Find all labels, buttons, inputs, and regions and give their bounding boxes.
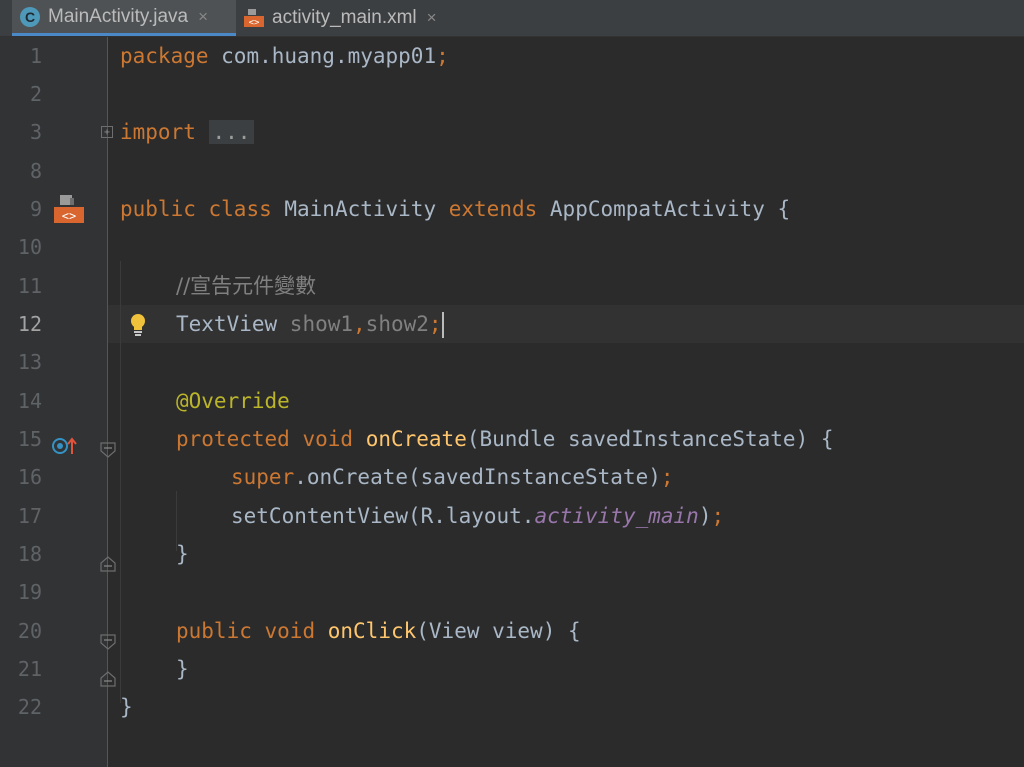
folded-imports[interactable]: ...	[208, 120, 255, 144]
svg-text:<>: <>	[62, 209, 76, 223]
code-line: 8	[0, 152, 1024, 190]
code-text: (Bundle savedInstanceState) {	[466, 427, 834, 451]
line-number: 12	[17, 312, 42, 336]
java-class-icon: C	[20, 6, 40, 27]
line-number: 17	[17, 504, 42, 528]
code-line: 10	[0, 228, 1024, 266]
semicolon: ;	[436, 44, 449, 68]
code-line: 22 }	[0, 688, 1024, 726]
line-number: 19	[17, 580, 42, 604]
keyword: extends	[448, 197, 538, 221]
field-name: show1	[289, 312, 354, 336]
tab-label: activity_main.xml	[272, 7, 417, 28]
closing-brace: }	[176, 657, 189, 681]
line-number: 8	[29, 159, 42, 183]
fold-expand-icon[interactable]: +	[101, 126, 113, 138]
line-number: 3	[29, 120, 42, 144]
line-number: 2	[29, 82, 42, 106]
method-name: onCreate	[365, 427, 467, 451]
line-number: 9	[29, 197, 42, 221]
static-field: activity_main	[534, 504, 699, 528]
code-text: (View view) {	[416, 619, 581, 643]
line-number: 18	[17, 542, 42, 566]
keyword: package	[120, 44, 209, 68]
comment: //宣告元件變數	[176, 274, 317, 298]
code-line: 19	[0, 573, 1024, 611]
line-number: 15	[17, 427, 42, 451]
code-text: setContentView(R.layout.	[231, 504, 535, 528]
field-name: show2	[365, 312, 429, 336]
code-line: 21 }	[0, 650, 1024, 688]
keyword: protected	[176, 427, 290, 451]
keyword: void	[264, 619, 316, 643]
method-name: onClick	[327, 619, 417, 643]
code-line: 15 protected void onCreate(Bundle savedI…	[0, 420, 1024, 458]
code-text: com.huang.myapp01	[208, 44, 437, 68]
line-number: 20	[17, 619, 42, 643]
semicolon: ;	[660, 465, 674, 489]
keyword: class	[208, 197, 272, 221]
type-name: TextView	[176, 312, 290, 336]
code-line: 13	[0, 343, 1024, 381]
class-name: MainActivity	[271, 197, 449, 221]
xml-layout-icon: <>	[244, 9, 264, 28]
line-number: 1	[29, 44, 42, 68]
text-caret	[441, 312, 444, 338]
line-number: 22	[17, 695, 42, 719]
keyword: void	[302, 427, 354, 451]
tab-activity-main-xml[interactable]: <> activity_main.xml ×	[236, 0, 464, 36]
annotation: @Override	[176, 389, 290, 413]
keyword: public	[120, 197, 196, 221]
code-text: AppCompatActivity {	[537, 197, 791, 221]
closing-brace: }	[120, 695, 133, 719]
code-text: )	[698, 504, 712, 528]
line-number: 11	[17, 274, 42, 298]
semicolon: ;	[428, 312, 442, 336]
line-number: 16	[17, 465, 42, 489]
keyword: public	[176, 619, 252, 643]
line-number: 21	[17, 657, 42, 681]
editor-tab-bar: C MainActivity.java × <> activity_main.x…	[0, 0, 1024, 37]
code-line: 16 super.onCreate(savedInstanceState);	[0, 458, 1024, 496]
code-line: 1 package com.huang.myapp01;	[0, 37, 1024, 75]
tab-main-activity-java[interactable]: C MainActivity.java ×	[12, 0, 236, 36]
code-line: 18 }	[0, 535, 1024, 573]
line-number: 14	[17, 389, 42, 413]
comma: ,	[353, 312, 366, 336]
code-line: 20 public void onClick(View view) {	[0, 612, 1024, 650]
close-icon[interactable]: ×	[427, 8, 437, 28]
keyword: import	[120, 120, 196, 144]
semicolon: ;	[711, 504, 725, 528]
code-text: .onCreate(savedInstanceState)	[294, 465, 661, 489]
code-line: 17 setContentView(R.layout.activity_main…	[0, 497, 1024, 535]
code-line: 2	[0, 75, 1024, 113]
code-line: 14 @Override	[0, 382, 1024, 420]
code-line: 3 + import ...	[0, 113, 1024, 151]
code-line: 11 //宣告元件變數	[0, 267, 1024, 305]
line-number: 10	[17, 235, 42, 259]
code-editor[interactable]: 1 package com.huang.myapp01; 2 3 + impor…	[0, 37, 1024, 767]
code-line: 9 <> public class MainActivity extends A…	[0, 190, 1024, 228]
close-icon[interactable]: ×	[198, 7, 208, 27]
closing-brace: }	[176, 542, 189, 566]
line-number: 13	[17, 350, 42, 374]
svg-text:<>: <>	[249, 18, 260, 27]
code-line-current: 12 TextView show1,show2;	[0, 305, 1024, 343]
keyword: super	[231, 465, 295, 489]
tab-label: MainActivity.java	[48, 5, 189, 27]
